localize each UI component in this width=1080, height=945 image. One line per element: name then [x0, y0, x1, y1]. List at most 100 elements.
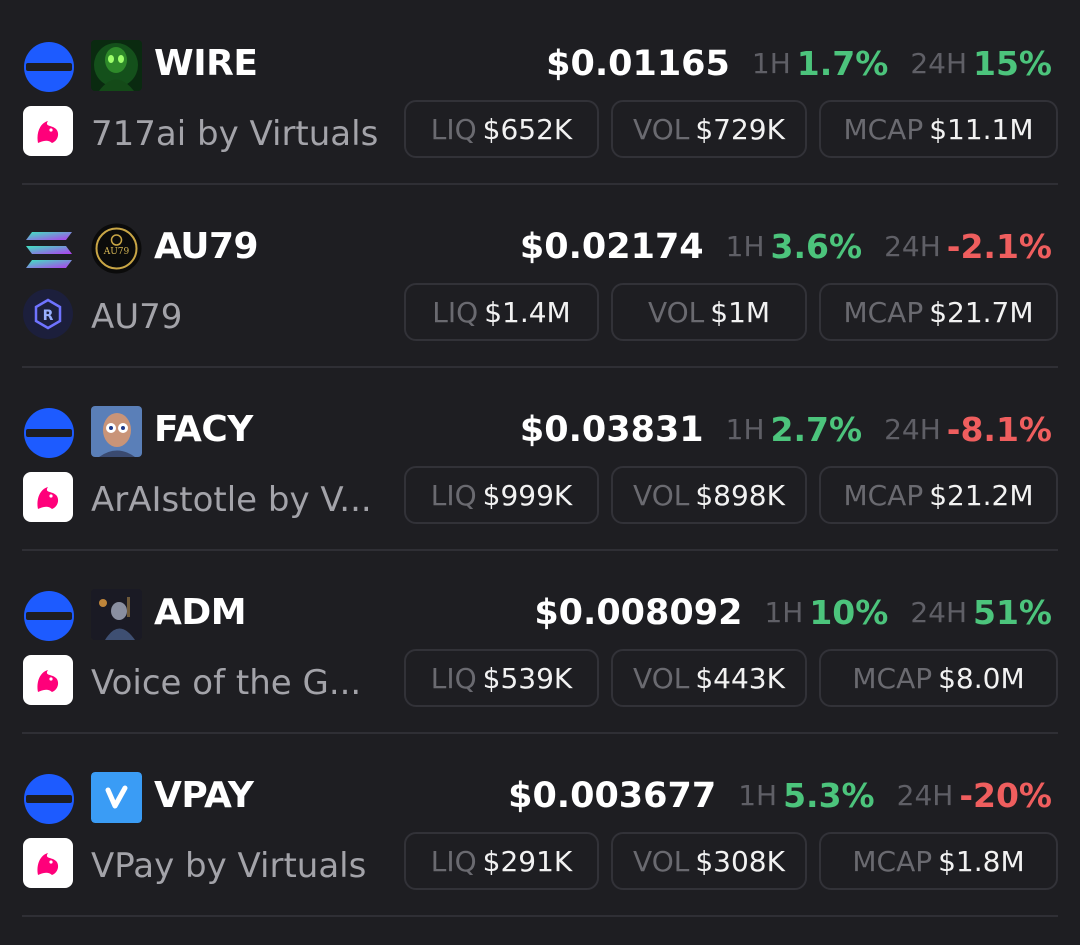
h24-change: -8.1% [946, 410, 1052, 449]
vol-label: VOL [633, 661, 690, 695]
mcap-value: $21.7M [929, 295, 1034, 329]
vol-label: VOL [633, 844, 690, 878]
token-row[interactable]: WIRE $0.01165 1H 1.7% 24H 15% 717ai by V… [0, 2, 1080, 185]
liquidity-stat: LIQ $1.4M [404, 283, 599, 341]
alien-avatar-logo [91, 40, 142, 91]
mcap-stat: MCAP $21.2M [819, 466, 1058, 524]
liq-label: LIQ [432, 295, 479, 329]
liq-value: $1.4M [484, 295, 571, 329]
mcap-value: $1.8M [938, 844, 1025, 878]
h1-label: 1H [725, 230, 765, 263]
vol-value: $1M [710, 295, 771, 329]
token-ticker: AU79 [154, 226, 259, 267]
vol-label: VOL [633, 112, 690, 146]
mcap-label: MCAP [843, 112, 924, 146]
token-name: 717ai by Virtuals [91, 114, 379, 154]
token-ticker: VPAY [154, 775, 254, 816]
base-chain-icon [24, 591, 74, 641]
uniswap-icon [23, 472, 73, 522]
liquidity-stat: LIQ $999K [404, 466, 599, 524]
mcap-label: MCAP [843, 478, 924, 512]
token-name: AU79 [91, 297, 183, 337]
liq-label: LIQ [430, 661, 477, 695]
mcap-stat: MCAP $8.0M [819, 649, 1058, 707]
base-chain-icon [24, 408, 74, 458]
token-price: $0.003677 [508, 776, 717, 816]
mcap-value: $21.2M [929, 478, 1034, 512]
token-name: Voice of the G... [91, 663, 362, 703]
h24-label: 24H [910, 596, 967, 629]
vol-value: $308K [695, 844, 785, 878]
token-name: VPay by Virtuals [91, 846, 367, 886]
mcap-stat: MCAP $11.1M [819, 100, 1058, 158]
token-ticker: WIRE [154, 43, 258, 84]
solana-chain-icon [24, 225, 74, 275]
uniswap-icon [23, 838, 73, 888]
h24-label: 24H [910, 47, 967, 80]
uniswap-icon [23, 655, 73, 705]
token-row[interactable]: VPAY $0.003677 1H 5.3% 24H -20% VPay by … [0, 734, 1080, 917]
liq-value: $652K [482, 112, 573, 146]
token-list: WIRE $0.01165 1H 1.7% 24H 15% 717ai by V… [0, 0, 1080, 945]
token-price: $0.01165 [546, 44, 730, 84]
h24-change: -20% [959, 776, 1052, 815]
vol-value: $729K [695, 112, 785, 146]
liq-label: LIQ [430, 844, 477, 878]
token-price: $0.02174 [519, 227, 704, 267]
liq-label: LIQ [430, 112, 477, 146]
mcap-stat: MCAP $21.7M [819, 283, 1058, 341]
volume-stat: VOL $443K [611, 649, 807, 707]
mcap-label: MCAP [852, 661, 933, 695]
price-change-line: $0.01165 1H 1.7% 24H 15% [546, 40, 1052, 88]
svg-text:AU79: AU79 [103, 247, 130, 257]
volume-stat: VOL $1M [611, 283, 807, 341]
mcap-value: $11.1M [929, 112, 1034, 146]
volume-stat: VOL $898K [611, 466, 807, 524]
h24-change: 15% [973, 44, 1052, 83]
h24-change: 51% [973, 593, 1052, 632]
h1-change: 3.6% [770, 227, 863, 266]
price-change-line: $0.003677 1H 5.3% 24H -20% [508, 772, 1052, 820]
token-ticker: ADM [154, 592, 247, 633]
liquidity-stat: LIQ $539K [404, 649, 599, 707]
vol-value: $898K [695, 478, 785, 512]
h1-label: 1H [725, 413, 765, 446]
vol-label: VOL [647, 295, 705, 329]
h1-label: 1H [738, 779, 778, 812]
svg-text:R: R [43, 308, 54, 324]
h1-change: 2.7% [770, 410, 863, 449]
h1-change: 1.7% [796, 44, 889, 83]
h1-label: 1H [764, 596, 804, 629]
h1-label: 1H [751, 47, 791, 80]
token-row[interactable]: AU79 AU79 $0.02174 1H 3.6% 24H -2.1% R A… [0, 185, 1080, 368]
price-change-line: $0.02174 1H 3.6% 24H -2.1% [520, 223, 1052, 271]
liq-value: $291K [482, 844, 573, 878]
liq-value: $999K [482, 478, 573, 512]
au79-gold-logo: AU79 [91, 223, 142, 274]
vol-label: VOL [633, 478, 690, 512]
h1-change: 5.3% [783, 776, 875, 815]
h24-label: 24H [884, 413, 941, 446]
base-chain-icon [24, 774, 74, 824]
h24-label: 24H [896, 779, 954, 812]
facy-avatar-logo [91, 406, 142, 457]
row-divider [22, 915, 1058, 917]
token-row[interactable]: FACY $0.03831 1H 2.7% 24H -8.1% ArAIstot… [0, 368, 1080, 551]
mcap-label: MCAP [843, 295, 924, 329]
volume-stat: VOL $308K [611, 832, 807, 890]
base-chain-icon [24, 42, 74, 92]
mcap-value: $8.0M [938, 661, 1025, 695]
liq-value: $539K [482, 661, 573, 695]
volume-stat: VOL $729K [611, 100, 807, 158]
vpay-logo [91, 772, 142, 823]
vol-value: $443K [695, 661, 785, 695]
token-ticker: FACY [154, 409, 253, 450]
h24-change: -2.1% [946, 227, 1052, 266]
mcap-label: MCAP [852, 844, 933, 878]
liquidity-stat: LIQ $652K [404, 100, 599, 158]
token-name: ArAIstotle by V... [91, 480, 372, 520]
token-row[interactable]: ADM $0.008092 1H 10% 24H 51% Voice of th… [0, 551, 1080, 734]
liquidity-stat: LIQ $291K [404, 832, 599, 890]
raydium-icon: R [23, 289, 73, 339]
token-price: $0.03831 [519, 410, 704, 450]
